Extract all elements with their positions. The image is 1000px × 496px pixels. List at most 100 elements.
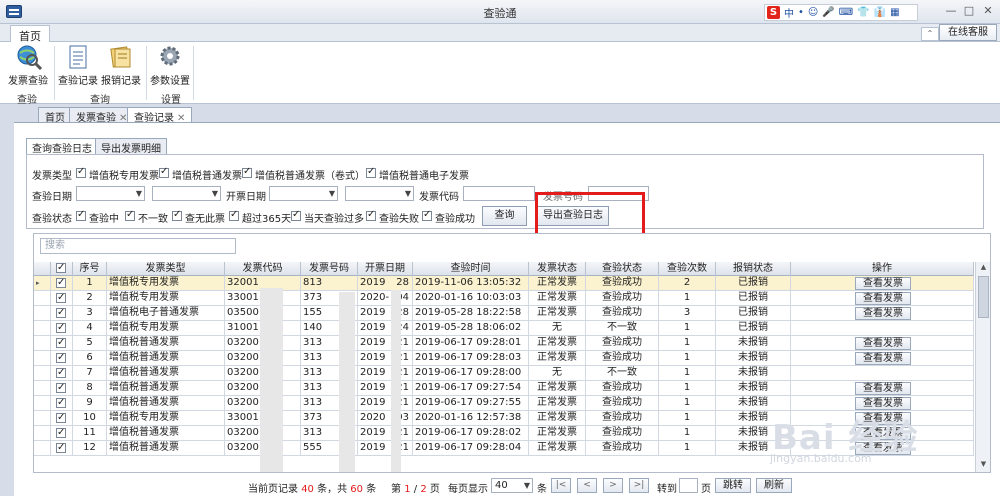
cell-value: 2019-06-17 09:28:01	[415, 337, 522, 348]
row-checkbox[interactable]	[56, 441, 66, 455]
table-cell: 已报销	[716, 321, 791, 336]
column-header[interactable]: 查验时间	[413, 262, 529, 277]
check-records-button[interactable]: 查验记录	[58, 44, 98, 87]
status-checkbox[interactable]	[422, 209, 432, 221]
settings-label: 参数设置	[150, 76, 190, 87]
next-page-button[interactable]: >	[603, 478, 623, 493]
doc-tab-check-records[interactable]: 查验记录 ✕	[127, 107, 193, 124]
check-date-from-select[interactable]: ▼	[76, 186, 145, 201]
view-invoice-button[interactable]: 查看发票	[855, 292, 911, 305]
prev-page-button[interactable]: <	[577, 478, 597, 493]
row-checkbox[interactable]	[56, 381, 66, 395]
minimize-icon[interactable]: —	[944, 4, 958, 18]
search-input[interactable]: 搜索	[40, 238, 236, 254]
status-checkbox[interactable]	[76, 209, 86, 221]
ime-punct-icon[interactable]: •	[798, 7, 804, 18]
ribbon-tab-home[interactable]: 首页	[10, 25, 50, 43]
sogou-logo-icon[interactable]: S	[767, 6, 780, 19]
tab-query-log[interactable]: 查询查验日志	[26, 138, 98, 155]
doc-tab-home[interactable]: 首页	[38, 107, 72, 124]
view-invoice-button[interactable]: 查看发票	[855, 337, 911, 350]
tab-export-detail[interactable]: 导出发票明细	[95, 138, 167, 155]
table-row[interactable]: 4 增值税专用发票 31001 140 2019242019-05-28 18:06:0…	[34, 321, 974, 336]
column-header[interactable]: 序号	[73, 262, 107, 277]
row-checkbox[interactable]	[56, 291, 66, 305]
row-checkbox[interactable]	[56, 306, 66, 320]
table-row[interactable]: 2 增值税专用发票 33001 373 2020-042020-01-16 10:03:…	[34, 291, 974, 306]
vertical-scrollbar[interactable]: ▲ ▼	[975, 262, 990, 472]
table-row[interactable]: 7 增值税普通发票 03200 313 2019212019-06-17 09:28:0…	[34, 366, 974, 381]
column-header[interactable]: 发票代码	[225, 262, 301, 277]
ime-chinese-mode[interactable]: 中	[784, 5, 794, 20]
query-button[interactable]: 查询	[482, 206, 527, 226]
row-checkbox[interactable]	[56, 411, 66, 425]
first-page-button[interactable]: |<	[551, 478, 571, 493]
doc-tab-invoice-check[interactable]: 发票查验 ✕	[69, 107, 135, 124]
ime-menu-icon[interactable]: ▦	[890, 7, 899, 18]
table-row[interactable]: ▸ 1 增值税专用发票 32001 813 2019 28 2019-11-06 13:05:…	[34, 276, 974, 291]
view-invoice-button[interactable]: 查看发票	[855, 397, 911, 410]
refresh-button[interactable]: 刷新	[756, 478, 792, 493]
status-checkbox[interactable]	[125, 209, 135, 221]
status-checkbox[interactable]	[229, 209, 239, 221]
invoice-type-label: 发票类型	[32, 171, 72, 182]
view-invoice-button[interactable]: 查看发票	[855, 352, 911, 365]
invoice-type-checkbox[interactable]	[76, 166, 86, 178]
jump-button[interactable]: 跳转	[715, 478, 751, 493]
ime-emoji-icon[interactable]: ☺	[808, 7, 818, 18]
ime-keyboard-icon[interactable]: ⌨	[839, 7, 853, 18]
ime-skin-icon[interactable]: 👕	[857, 7, 869, 18]
goto-page-input[interactable]	[679, 478, 698, 493]
row-checkbox[interactable]	[56, 276, 66, 290]
column-header[interactable]: 开票日期	[358, 262, 413, 277]
column-header[interactable]: 查验次数	[659, 262, 716, 277]
row-checkbox[interactable]	[56, 396, 66, 410]
row-checkbox[interactable]	[56, 366, 66, 380]
ime-toolbar[interactable]: S 中 • ☺ 🎤 ⌨ 👕 👔 ▦	[764, 4, 918, 21]
column-header[interactable]: 发票状态	[529, 262, 586, 277]
invoice-type-checkbox[interactable]	[242, 166, 252, 178]
last-page-button[interactable]: >|	[629, 478, 649, 493]
table-row[interactable]: 3 增值税电子普通发票 03500 155 2019282019-05-28 18:22…	[34, 306, 974, 321]
view-invoice-button[interactable]: 查看发票	[855, 307, 911, 320]
status-checkbox[interactable]	[291, 209, 301, 221]
invoice-type-checkbox[interactable]	[159, 166, 169, 178]
invoice-check-button[interactable]: 发票查验	[6, 44, 50, 87]
invoice-code-input[interactable]	[463, 186, 535, 201]
ime-voice-icon[interactable]: 🎤	[822, 7, 834, 18]
check-date-to-select[interactable]: ▼	[152, 186, 221, 201]
maximize-icon[interactable]: □	[962, 4, 976, 18]
row-checkbox[interactable]	[56, 426, 66, 440]
table-row[interactable]: 8 增值税普通发票 03200 313 2019212019-06-17 09:27:5…	[34, 381, 974, 396]
status-checkbox[interactable]	[366, 209, 376, 221]
table-row[interactable]: 9 增值税普通发票 03200 313 2019212019-06-17 09:27:5…	[34, 396, 974, 411]
select-all-checkbox[interactable]	[56, 262, 66, 274]
invoice-type-checkbox[interactable]	[366, 166, 376, 178]
ime-tools-icon[interactable]: 👔	[874, 7, 886, 18]
issue-date-from-select[interactable]: ▼	[269, 186, 338, 201]
close-icon[interactable]: ✕	[981, 4, 995, 18]
view-invoice-button[interactable]: 查看发票	[855, 277, 911, 290]
table-row[interactable]: 6 增值税普通发票 03200 313 2019212019-06-17 09:28:0…	[34, 351, 974, 366]
column-header[interactable]: 操作	[791, 262, 974, 277]
column-header[interactable]: 发票类型	[107, 262, 225, 277]
view-invoice-button[interactable]: 查看发票	[855, 382, 911, 395]
reimburse-records-button[interactable]: 报销记录	[101, 44, 141, 87]
collapse-ribbon-icon[interactable]: ⌃	[921, 27, 939, 41]
column-header[interactable]: 发票号码	[301, 262, 358, 277]
issue-date-to-select[interactable]: ▼	[345, 186, 414, 201]
per-page-select[interactable]: 40 ▼	[491, 478, 533, 493]
column-header[interactable]: 查验状态	[586, 262, 659, 277]
online-support-button[interactable]: 在线客服	[939, 24, 997, 41]
settings-button[interactable]: 参数设置	[150, 44, 190, 87]
table-row[interactable]: 5 增值税普通发票 03200 313 2019212019-06-17 09:28:0…	[34, 336, 974, 351]
status-checkbox[interactable]	[172, 209, 182, 221]
row-checkbox[interactable]	[56, 336, 66, 350]
scroll-thumb[interactable]	[978, 276, 989, 318]
table-cell	[34, 381, 51, 396]
column-header[interactable]: 报销状态	[716, 262, 791, 277]
scroll-down-icon[interactable]: ▼	[978, 460, 989, 471]
row-checkbox[interactable]	[56, 321, 66, 335]
scroll-up-icon[interactable]: ▲	[978, 263, 989, 274]
row-checkbox[interactable]	[56, 351, 66, 365]
